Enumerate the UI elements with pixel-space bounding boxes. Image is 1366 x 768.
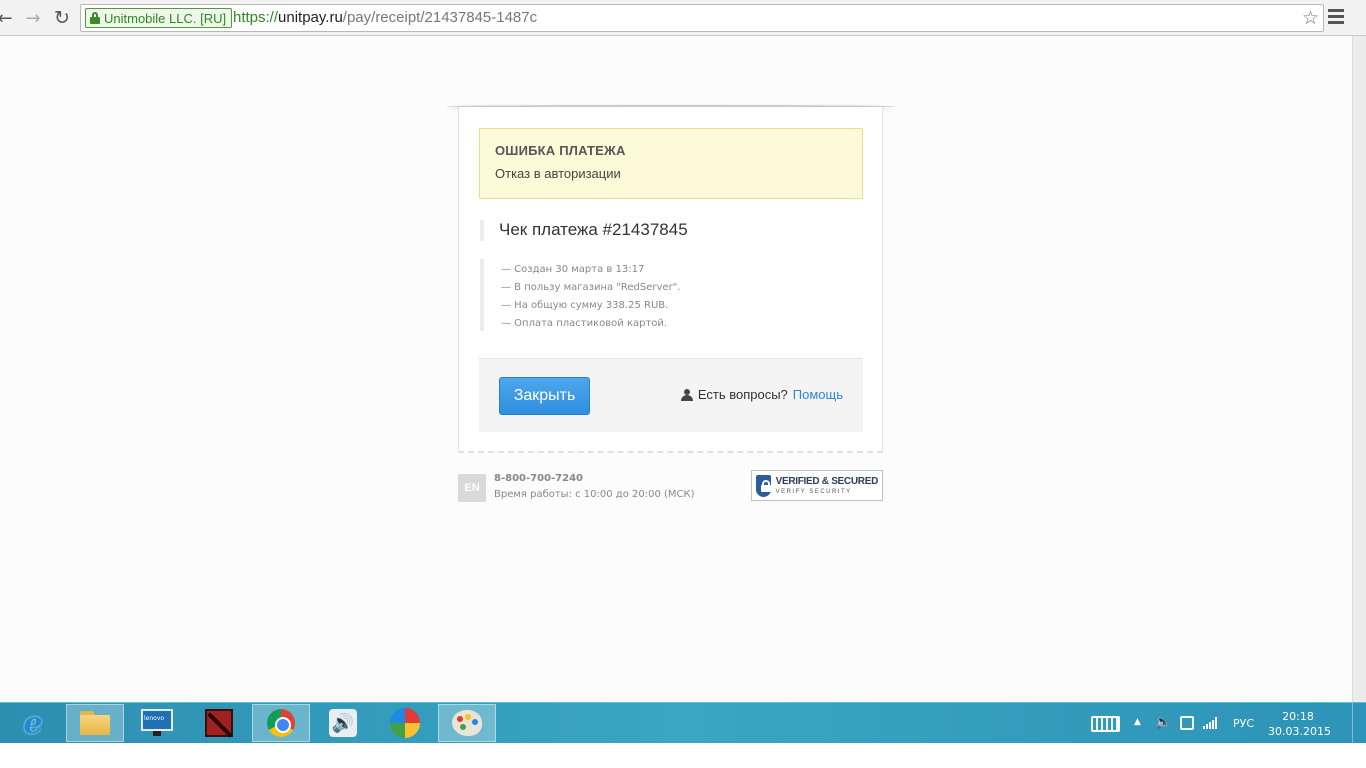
url-scheme: https:// <box>233 9 279 26</box>
forward-arrow-icon[interactable]: → <box>22 7 44 29</box>
browser-toolbar: ← → ↻ Unitmobile LLC. [RU] https://unitp… <box>0 0 1366 36</box>
alert-message: Отказ в авторизации <box>495 166 621 181</box>
title-accent-bar <box>480 220 484 241</box>
battery-icon[interactable] <box>1180 716 1194 730</box>
alert-title: ОШИБКА ПЛАТЕЖА <box>495 143 626 158</box>
screen-bottom-margin <box>0 743 1366 768</box>
url-text[interactable]: https://unitpay.ru/pay/receipt/21437845-… <box>233 9 537 26</box>
network-signal-icon[interactable] <box>1203 717 1217 729</box>
actions-panel: Закрыть Есть вопросы? Помощь <box>479 358 863 432</box>
star-icon[interactable]: ☆ <box>1302 7 1319 29</box>
volume-icon[interactable]: 🔈 <box>1155 715 1171 730</box>
page-scrollbar[interactable] <box>1352 36 1366 702</box>
back-arrow-icon[interactable]: ← <box>0 7 16 29</box>
details-accent-bar <box>480 259 484 331</box>
receipt-title: Чек платежа #21437845 <box>499 220 688 239</box>
help-question: Есть вопросы? <box>697 387 788 402</box>
close-button[interactable]: Закрыть <box>499 377 590 415</box>
lenovo-monitor-icon[interactable]: lenovo <box>128 704 186 742</box>
verified-title: VERIFIED & SECURED <box>775 475 879 487</box>
internet-explorer-icon[interactable]: e <box>4 704 62 742</box>
detail-created: — Создан 30 марта в 13:17 <box>501 264 645 275</box>
help-link[interactable]: Помощь <box>793 387 843 402</box>
detail-merchant: — В пользу магазина "RedServer". <box>501 282 681 293</box>
dota2-icon[interactable] <box>190 704 248 742</box>
ev-certificate-badge[interactable]: Unitmobile LLC. [RU] <box>85 8 233 28</box>
show-hidden-icons-icon[interactable]: ▲ <box>1134 717 1141 727</box>
help-line: Есть вопросы? Помощь <box>680 387 843 402</box>
reload-icon[interactable]: ↻ <box>51 7 73 29</box>
clock-date: 30.03.2015 <box>1268 725 1331 738</box>
url-path: /pay/receipt/21437845-1487c <box>342 9 538 26</box>
address-bar[interactable]: Unitmobile LLC. [RU] https://unitpay.ru/… <box>80 4 1324 32</box>
language-switch[interactable]: EN <box>458 474 486 502</box>
lock-icon <box>90 12 100 24</box>
support-phone: 8-800-700-7240 <box>494 473 583 484</box>
detail-method: — Оплата пластиковой картой. <box>501 318 668 329</box>
support-hours: Время работы: с 10:00 до 20:00 (МСК) <box>494 489 695 500</box>
verified-secured-badge[interactable]: VERIFIED & SECURED VERIFY SECURITY <box>751 470 883 501</box>
lenovo-label: lenovo <box>144 715 165 722</box>
input-language-indicator[interactable]: РУС <box>1233 717 1254 730</box>
hamburger-menu-icon[interactable] <box>1328 9 1344 25</box>
detail-amount: — На общую сумму 338.25 RUB. <box>501 300 669 311</box>
paint-icon[interactable] <box>438 704 496 742</box>
payment-error-alert: ОШИБКА ПЛАТЕЖА Отказ в авторизации <box>479 128 863 199</box>
windows-taskbar: e lenovo 🔊 ▲ 🔈 РУС 20:18 30.03.2015 <box>0 702 1366 744</box>
touch-keyboard-icon[interactable] <box>1091 716 1120 732</box>
receipt-card: ОШИБКА ПЛАТЕЖА Отказ в авторизации Чек п… <box>458 107 883 453</box>
show-desktop-button[interactable] <box>1352 703 1366 744</box>
bubble-app-icon[interactable] <box>376 704 434 742</box>
shield-lock-icon <box>756 474 771 497</box>
user-icon <box>680 388 693 401</box>
receipt-details: — Создан 30 марта в 13:17 — В пользу маг… <box>501 261 680 333</box>
speaker-app-icon[interactable]: 🔊 <box>314 704 372 742</box>
clock-time: 20:18 <box>1282 710 1314 723</box>
url-host: unitpay.ru <box>278 9 343 26</box>
ev-certificate-label: Unitmobile LLC. [RU] <box>104 10 227 26</box>
verified-subtitle: VERIFY SECURITY <box>775 488 852 495</box>
page-content: ОШИБКА ПЛАТЕЖА Отказ в авторизации Чек п… <box>0 37 1352 702</box>
chrome-icon[interactable] <box>252 704 310 742</box>
file-explorer-icon[interactable] <box>66 704 124 742</box>
system-clock[interactable]: 20:18 30.03.2015 <box>1268 709 1331 739</box>
